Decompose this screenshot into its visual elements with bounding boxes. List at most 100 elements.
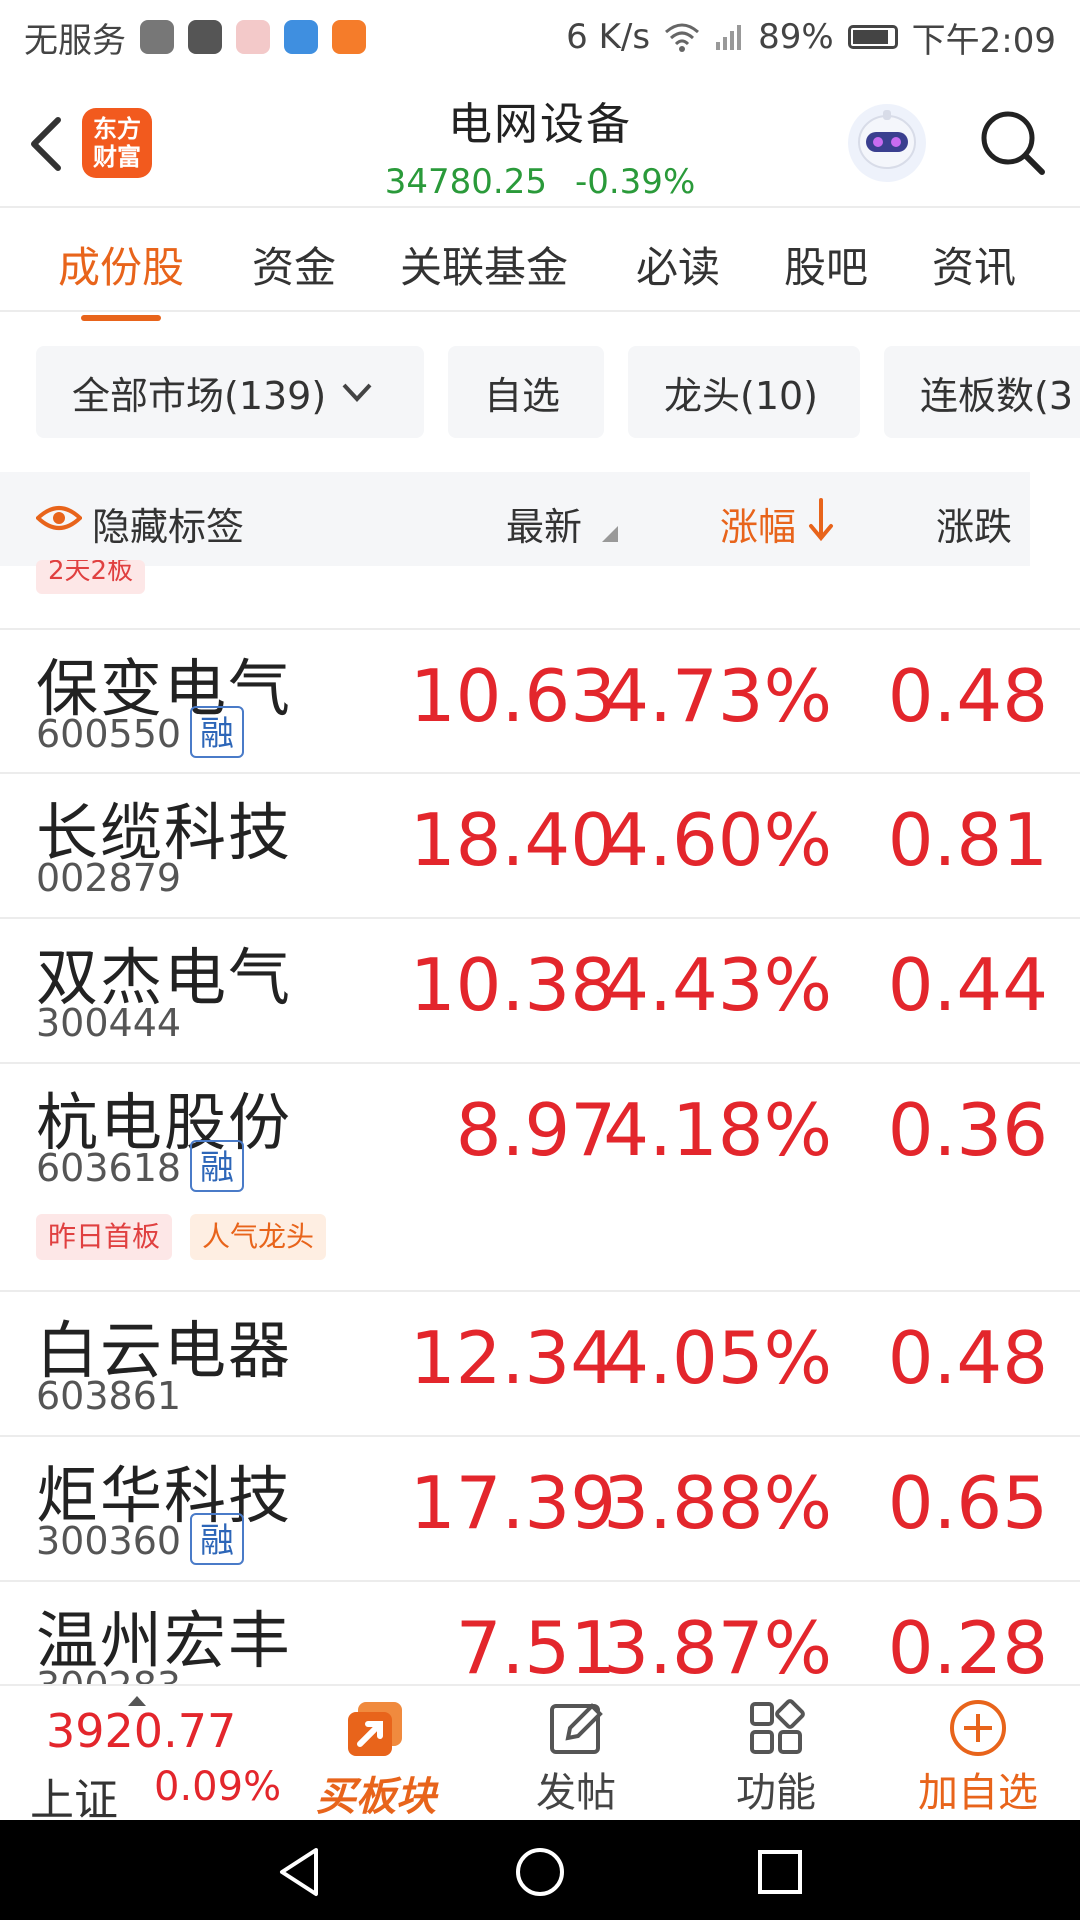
system-nav-bar [0,1820,1080,1920]
stock-change: 0.44 [887,943,1048,1027]
buy-sector-label: 买板块 [316,1774,436,1820]
search-icon[interactable] [976,106,1048,178]
table-row[interactable]: 保变电气 600550 融 10.63 4.73% 0.48 [0,628,1080,774]
wifi-icon [665,23,700,52]
watchlist-filter-label: 自选 [484,373,561,418]
tab-forum[interactable]: 股吧 [784,234,868,295]
signal-icon [716,25,742,50]
stock-change-percent: 4.43% [603,943,832,1027]
message-app-icon [284,20,318,54]
video-app-icon [332,20,366,54]
stock-change-percent: 4.73% [603,654,832,738]
hide-tags-toggle[interactable]: 隐藏标签 [92,496,244,551]
stock-change: 0.48 [887,654,1048,738]
market-filter-dropdown[interactable]: 全部市场(139) [36,346,424,438]
stock-price: 7.51 [455,1606,616,1684]
tab-must-read[interactable]: 必读 [636,234,720,295]
battery-icon [847,25,898,49]
margin-badge: 融 [190,706,244,758]
network-speed: 6 K/s [566,17,651,57]
stock-price: 8.97 [455,1088,616,1172]
margin-badge: 融 [190,1513,244,1565]
tag-yesterday-first-limit: 昨日首板 [36,1214,173,1260]
leaders-filter-label: 龙头(10) [664,373,819,418]
streak-filter[interactable]: 连板数(3 [884,346,1080,438]
tab-constituents[interactable]: 成份股 [58,234,184,295]
stock-code: 603618 [36,1146,182,1190]
stock-change-percent: 3.88% [603,1461,832,1545]
grid-icon [750,1699,805,1754]
stock-change: 0.28 [887,1606,1048,1684]
stock-change: 0.36 [887,1088,1048,1172]
stock-code: 600550 [36,712,182,756]
carrier-text: 无服务 [24,20,126,61]
stock-code: 300444 [36,1001,182,1045]
index-ticker[interactable]: 3920.77 上证 0.09% [0,1686,300,1826]
margin-badge: 融 [190,1140,244,1192]
battery-percent: 89% [758,17,834,57]
huawei-app-icon [188,20,222,54]
watchlist-filter[interactable]: 自选 [448,346,604,438]
nav-recents-icon[interactable] [752,1844,808,1900]
table-row[interactable]: 炬华科技 300360 融 17.39 3.88% 0.65 [0,1435,1080,1581]
post-label: 发帖 [536,1770,616,1816]
post-button[interactable]: 发帖 [486,1686,666,1822]
market-filter-label: 全部市场(139) [72,373,327,418]
leaders-filter[interactable]: 龙头(10) [628,346,860,438]
stock-price: 10.38 [409,943,616,1027]
streak-filter-label: 连板数(3 [920,373,1074,418]
stock-code: 002879 [36,856,182,900]
stock-change: 0.81 [887,798,1048,882]
index-value: 3920.77 [46,1704,237,1758]
bottom-action-bar: 3920.77 上证 0.09% 买板块 发帖 功能 加自选 [0,1684,1080,1826]
tab-funds-flow[interactable]: 资金 [252,234,336,295]
table-row[interactable]: 白云电器 603861 12.34 4.05% 0.48 [0,1290,1080,1436]
plus-circle-icon [950,1700,1006,1756]
functions-button[interactable]: 功能 [686,1686,866,1822]
nav-home-icon[interactable] [512,1844,568,1900]
chevron-down-icon [342,383,372,402]
column-latest-price[interactable]: 最新 [506,496,582,551]
table-header: 隐藏标签 最新 涨幅 涨跌 [0,472,1030,566]
add-watchlist-button[interactable]: 加自选 [888,1686,1068,1822]
edit-icon [550,1703,603,1754]
stock-price: 17.39 [409,1461,616,1545]
tab-news[interactable]: 资讯 [932,234,1016,295]
stock-change-percent: 4.18% [603,1088,832,1172]
index-name: 上证 [30,1775,118,1826]
sector-index-value: 34780.25 [384,162,547,202]
stock-price: 12.34 [409,1316,616,1400]
column-change-percent[interactable]: 涨幅 [720,496,796,551]
stock-change-percent: 4.05% [603,1316,832,1400]
chart-app-icon [236,20,270,54]
index-percent: 0.09% [154,1764,282,1810]
table-row[interactable]: 温州宏丰 300283 7.51 3.87% 0.28 [0,1580,1080,1684]
tab-related-funds[interactable]: 关联基金 [400,234,568,295]
status-badge: 2天2板 [36,560,146,594]
stock-code: 300283 [36,1664,181,1684]
filter-bar: 全部市场(139) 自选 龙头(10) 连板数(3 [36,346,1080,438]
eye-icon[interactable] [36,500,82,536]
add-watchlist-label: 加自选 [918,1770,1038,1816]
table-row[interactable]: 长缆科技 002879 18.40 4.60% 0.81 [0,772,1080,918]
stock-code: 603861 [36,1374,182,1418]
sector-index-change: -0.39% [574,162,696,202]
sort-triangle-icon [602,526,618,542]
tag-popular-leader: 人气龙头 [190,1214,327,1260]
stock-tags: 昨日首板 人气龙头 [36,1214,327,1260]
table-row[interactable]: 双杰电气 300444 10.38 4.43% 0.44 [0,917,1080,1063]
stock-change: 0.48 [887,1316,1048,1400]
nav-back-icon[interactable] [272,1844,328,1900]
clock: 下午2:09 [911,20,1056,61]
table-row[interactable]: 杭电股份 603618 融 8.97 4.18% 0.36 昨日首板 人气龙头 [0,1062,1080,1292]
buy-sector-icon [348,1702,402,1756]
stock-change-percent: 4.60% [603,798,832,882]
robot-assistant-icon[interactable] [848,104,926,182]
buy-sector-button[interactable]: 买板块 [286,1686,466,1822]
sector-index: 34780.25 -0.39% [0,162,1080,202]
functions-label: 功能 [736,1770,816,1816]
stock-price: 18.40 [409,798,616,882]
column-change[interactable]: 涨跌 [936,496,1012,551]
stock-change: 0.65 [887,1461,1048,1545]
status-bar: 无服务 6 K/s 89% 下午2:09 [0,0,1080,74]
